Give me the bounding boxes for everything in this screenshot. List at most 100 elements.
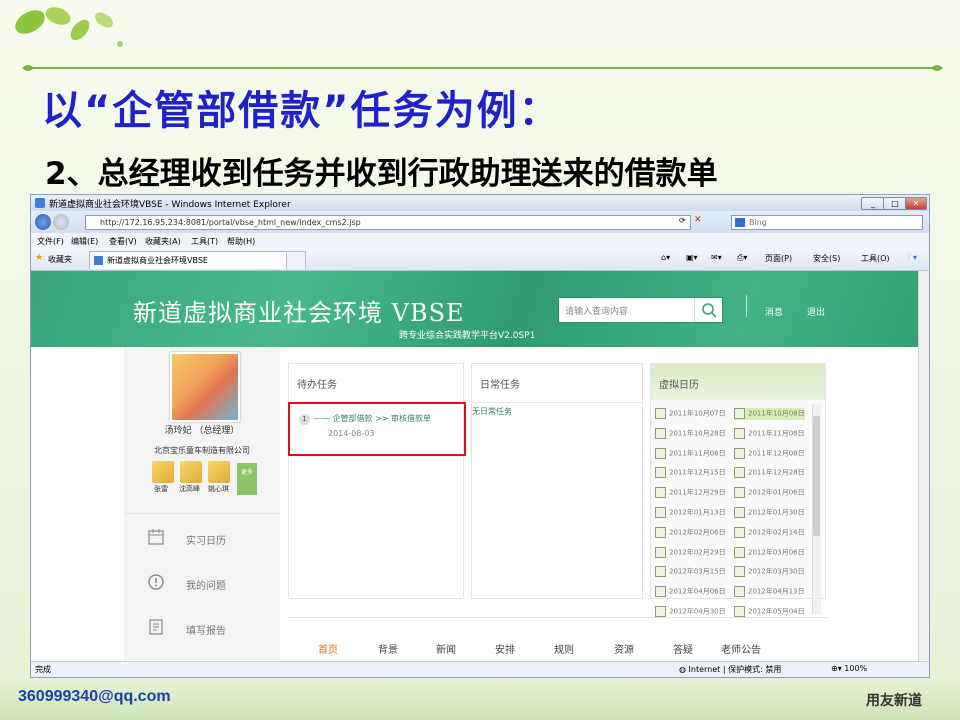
search-input[interactable]: Bing <box>731 215 923 230</box>
nav-qa[interactable]: 答疑 <box>673 641 693 656</box>
calendar-date-label: 2011年11月08日 <box>669 449 726 458</box>
calendar-scrollbar[interactable] <box>812 404 821 614</box>
close-button[interactable]: ✕ <box>905 197 927 210</box>
member-avatar[interactable] <box>152 461 174 483</box>
calendar-date-item[interactable]: 2011年10月08日 <box>734 408 805 420</box>
toolbar-safety[interactable]: 安全(S) <box>813 253 840 264</box>
feeds-icon[interactable]: ▣▾ <box>686 253 698 262</box>
menu-bar: 文件(F) 编辑(E) 查看(V) 收藏夹(A) 工具(T) 帮助(H) <box>31 233 929 248</box>
refresh-icon[interactable]: ⟳ <box>679 216 686 225</box>
member-avatar[interactable] <box>180 461 202 483</box>
calendar-date-item[interactable]: 2012年04月06日 <box>655 586 726 598</box>
home-icon[interactable]: ⌂▾ <box>661 253 670 262</box>
nav-home[interactable]: 首页 <box>318 641 338 656</box>
calendar-date-label: 2012年03月30日 <box>748 567 805 576</box>
calendar-date-item[interactable]: 2012年01月13日 <box>655 507 726 519</box>
forward-icon[interactable] <box>53 214 69 230</box>
menu-edit[interactable]: 编辑(E) <box>71 236 98 247</box>
calendar-date-item[interactable]: 2012年03月30日 <box>734 566 805 578</box>
calendar-scroll-thumb[interactable] <box>813 416 820 536</box>
page-scrollbar[interactable] <box>918 271 929 661</box>
member-avatar[interactable] <box>208 461 230 483</box>
panel-divider <box>472 402 642 403</box>
nav-schedule[interactable]: 安排 <box>495 641 515 656</box>
calendar-date-label: 2011年12月28日 <box>748 468 805 477</box>
calendar-date-label: 2011年12月15日 <box>669 468 726 477</box>
tab-vbse[interactable]: 新道虚拟商业社会环境VBSE <box>89 251 287 269</box>
daily-empty-text: 无日常任务 <box>472 407 512 416</box>
maximize-button[interactable]: □ <box>883 197 907 210</box>
search-button[interactable] <box>694 298 723 322</box>
calendar-icon <box>655 408 666 419</box>
calendar-date-item[interactable]: 2012年01月30日 <box>734 507 805 519</box>
help-icon[interactable]: ❔▾ <box>903 253 917 262</box>
task-highlight-box <box>288 402 466 456</box>
nav-background[interactable]: 背景 <box>378 641 398 656</box>
calendar-date-label: 2012年02月29日 <box>669 548 726 557</box>
calendar-date-item[interactable]: 2012年01月06日 <box>734 487 805 499</box>
menu-view[interactable]: 查看(V) <box>109 236 137 247</box>
search-placeholder: Bing <box>749 218 767 227</box>
nav-teacher-notice[interactable]: 老师公告 <box>721 641 761 656</box>
print-icon[interactable]: ⎙▾ <box>737 253 747 263</box>
calendar-date-item[interactable]: 2011年12月15日 <box>655 467 726 479</box>
calendar-date-item[interactable]: 2011年11月08日 <box>734 427 805 440</box>
calendar-date-label: 2011年10月07日 <box>669 409 726 418</box>
site-search-input[interactable]: 请输入查询内容 <box>565 304 628 317</box>
calendar-date-item[interactable]: 2011年11月08日 <box>655 447 726 460</box>
calendar-date-item[interactable]: 2011年12月28日 <box>734 467 805 479</box>
security-zone-text: Internet | 保护模式: 禁用 <box>688 665 782 674</box>
calendar-date-item[interactable]: 2012年02月06日 <box>655 526 726 539</box>
address-input[interactable]: http://172.16.95.234:8081/portal/vbse_ht… <box>85 215 691 230</box>
new-tab-button[interactable] <box>286 251 306 269</box>
menu-help[interactable]: 帮助(H) <box>227 236 255 247</box>
nav-resources[interactable]: 资源 <box>614 641 634 656</box>
calendar-icon <box>734 566 745 578</box>
sidebar-item-calendar[interactable]: 实习日历 <box>124 517 280 561</box>
calendar-date-item[interactable]: 2012年04月13日 <box>734 586 805 598</box>
task-link[interactable]: —— 企管部借款 >> 审核借款单 <box>314 413 431 424</box>
calendar-date-item[interactable]: 2012年03月06日 <box>734 546 805 559</box>
window-titlebar: 新道虚拟商业社会环境VBSE - Windows Internet Explor… <box>31 195 929 211</box>
calendar-date-item[interactable]: 2012年02月14日 <box>734 526 805 539</box>
calendar-date-label: 2012年05月04日 <box>748 607 805 616</box>
slide-title: 以“企管部借款”任务为例： <box>42 88 561 134</box>
calendar-date-item[interactable]: 2012年03月15日 <box>655 566 726 578</box>
back-icon[interactable] <box>35 214 51 230</box>
calendar-icon <box>734 586 745 598</box>
calendar-date-item[interactable]: 2012年02月29日 <box>655 546 726 559</box>
calendar-icon <box>655 526 666 538</box>
mail-icon[interactable]: ✉▾ <box>711 253 722 262</box>
stop-icon[interactable]: ✕ <box>694 215 702 225</box>
toolbar-page[interactable]: 页面(P) <box>765 253 792 264</box>
calendar-date-item[interactable]: 2011年10月28日 <box>655 427 726 440</box>
messages-link[interactable]: 消息 <box>765 305 783 318</box>
todo-panel: 待办任务 <box>288 363 464 599</box>
site-title: 新道虚拟商业社会环境 VBSE <box>133 299 465 327</box>
star-icon: ★ <box>35 253 44 263</box>
calendar-icon <box>655 586 666 598</box>
sidebar-item-report[interactable]: 填写报告 <box>124 607 280 651</box>
sidebar-item-questions[interactable]: 我的问题 <box>124 562 280 606</box>
calendar-date-item[interactable]: 2011年12月29日 <box>655 487 726 499</box>
toolbar-tools[interactable]: 工具(O) <box>861 253 890 264</box>
calendar-date-label: 2012年04月06日 <box>669 587 726 596</box>
zoom-icon: ⊕▾ <box>831 664 845 673</box>
calendar-date-label: 2012年04月30日 <box>669 607 726 616</box>
member-more-button[interactable]: 更多 <box>237 463 257 495</box>
menu-file[interactable]: 文件(F) <box>37 236 64 247</box>
calendar-date-item[interactable]: 2011年10月07日 <box>655 408 726 420</box>
logout-link[interactable]: 退出 <box>807 305 825 318</box>
menu-tools[interactable]: 工具(T) <box>191 236 218 247</box>
menu-favorites[interactable]: 收藏夹(A) <box>145 236 181 247</box>
calendar-date-label: 2012年01月06日 <box>748 488 805 497</box>
nav-rules[interactable]: 规则 <box>554 641 574 656</box>
calendar-date-item[interactable]: 2011年12月08日 <box>734 447 805 460</box>
zoom-control[interactable]: ⊕▾ 100% <box>831 664 867 673</box>
calendar-icon <box>734 408 745 419</box>
favorites-label[interactable]: 收藏夹 <box>48 254 72 265</box>
calendar-icon <box>655 507 666 518</box>
calendar-date-label: 2011年10月08日 <box>748 409 805 418</box>
minimize-button[interactable]: _ <box>861 197 885 210</box>
nav-news[interactable]: 新闻 <box>436 641 456 656</box>
